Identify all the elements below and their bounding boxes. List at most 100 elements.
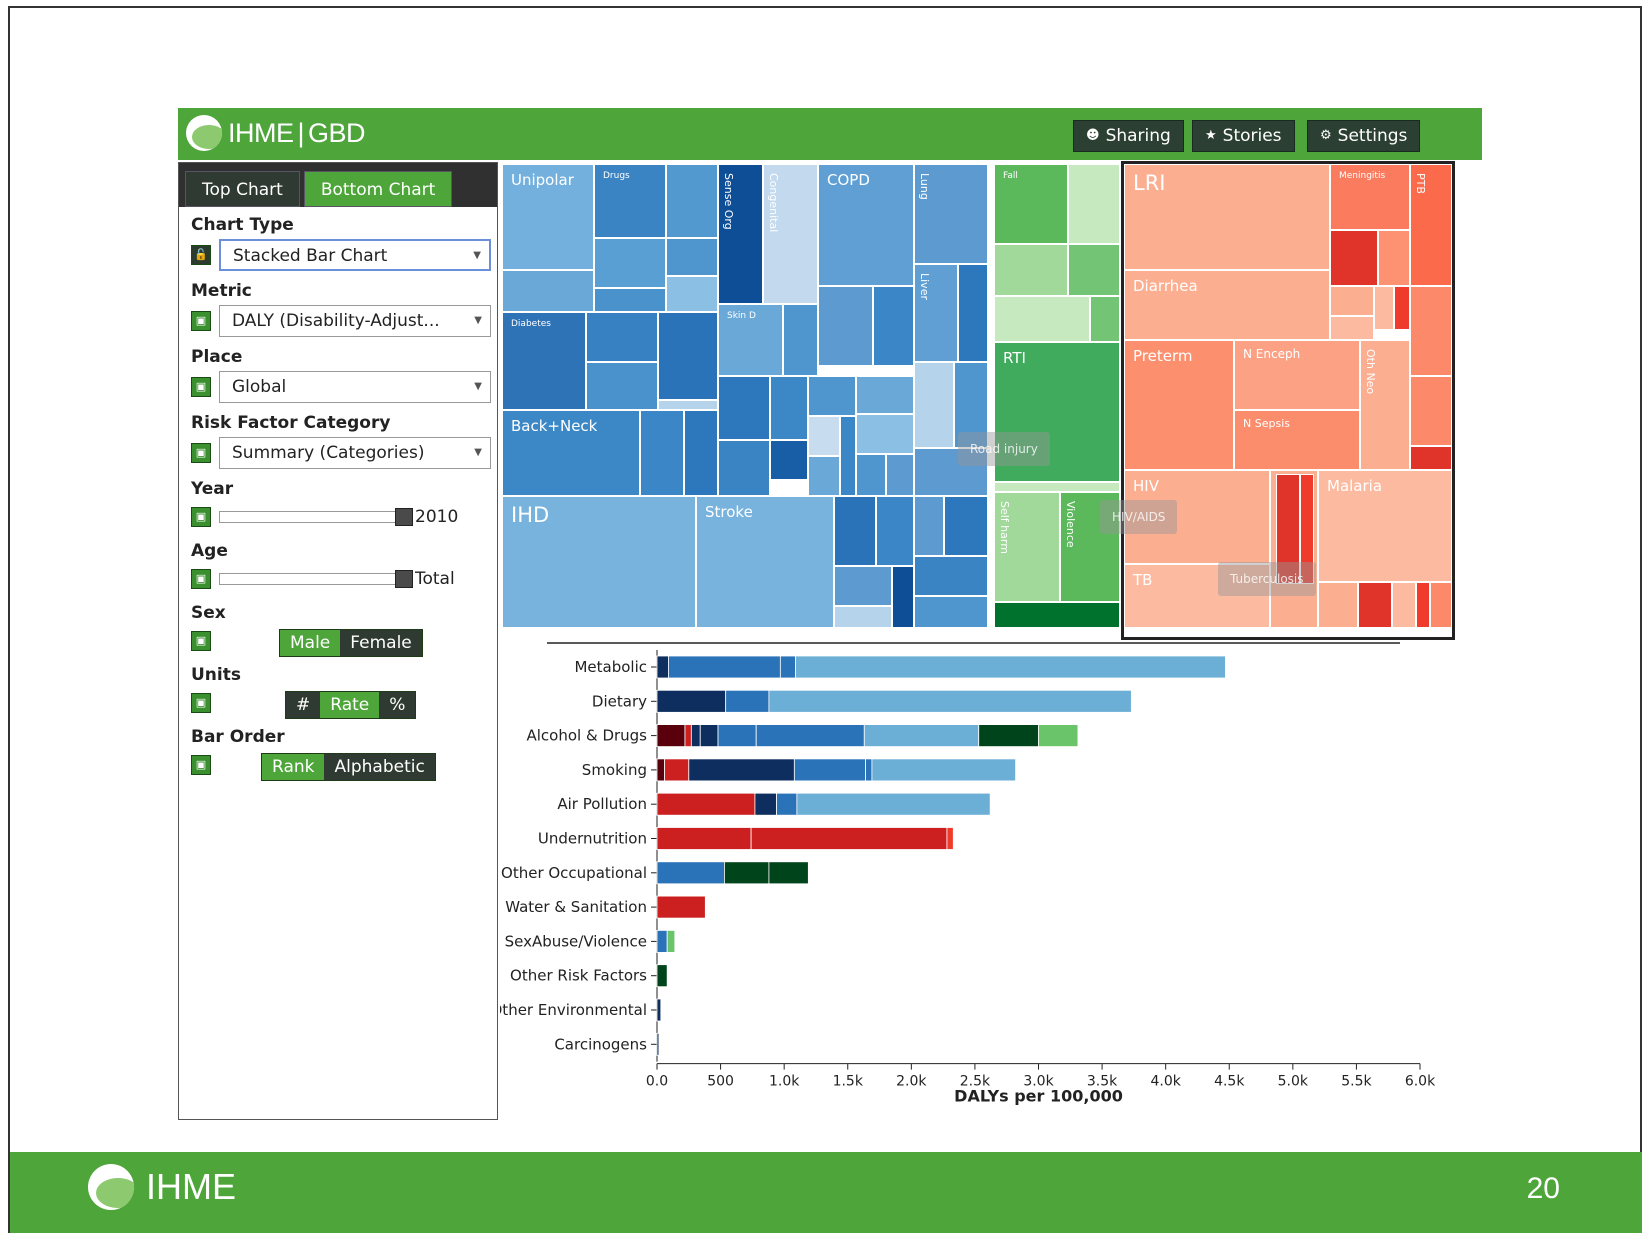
treemap-cell[interactable]: [666, 276, 718, 312]
treemap-cell[interactable]: [994, 602, 1120, 628]
treemap-cell[interactable]: [718, 376, 770, 440]
bar-segment[interactable]: [978, 724, 1039, 747]
lock-icon[interactable]: ▣: [191, 507, 211, 527]
treemap-cell[interactable]: [666, 164, 718, 238]
treemap-cell-stroke[interactable]: Stroke: [696, 496, 834, 628]
sharing-button[interactable]: ☻ Sharing: [1073, 120, 1184, 152]
treemap-cell[interactable]: [914, 596, 988, 628]
treemap-cell-ihd[interactable]: IHD: [502, 496, 696, 628]
bar-segment[interactable]: [754, 792, 777, 816]
chart-type-select[interactable]: Stacked Bar Chart ▼: [219, 239, 491, 271]
bar-segment[interactable]: [688, 758, 795, 782]
unlock-icon[interactable]: 🔓: [191, 245, 211, 265]
bar-segment[interactable]: [793, 758, 866, 782]
bar-segment[interactable]: [725, 689, 770, 713]
treemap-cell[interactable]: [914, 496, 944, 556]
treemap-cell[interactable]: [994, 296, 1090, 342]
lock-icon[interactable]: ▣: [191, 631, 211, 651]
bar-segment[interactable]: [795, 655, 1226, 679]
treemap-cell[interactable]: [586, 362, 658, 410]
treemap-cell[interactable]: [594, 238, 666, 288]
bar-segment[interactable]: [768, 861, 809, 885]
bar-segment[interactable]: [664, 758, 690, 782]
treemap-cell-sense-org[interactable]: Sense Org: [718, 164, 763, 304]
treemap-cell[interactable]: [808, 376, 856, 416]
treemap-cell[interactable]: [856, 414, 914, 454]
treemap-cell[interactable]: [886, 454, 914, 496]
treemap-cell[interactable]: [586, 312, 658, 362]
age-slider-handle[interactable]: [395, 570, 413, 588]
units-option-percent[interactable]: %: [379, 692, 416, 718]
settings-button[interactable]: ⚙ Settings: [1307, 120, 1421, 152]
year-slider-track[interactable]: [219, 511, 397, 523]
bar-segment[interactable]: [946, 827, 954, 850]
lock-icon[interactable]: ▣: [191, 569, 211, 589]
treemap-cell-self-harm[interactable]: Self harm: [994, 492, 1060, 602]
bar-segment[interactable]: [656, 964, 668, 988]
treemap-cell-copd[interactable]: COPD: [818, 164, 914, 286]
treemap-cell[interactable]: [770, 440, 808, 480]
bar-segment[interactable]: [656, 758, 666, 782]
treemap-cell-liver[interactable]: Liver: [914, 264, 958, 362]
bar-order-option-rank[interactable]: Rank: [262, 754, 325, 780]
bar-segment[interactable]: [750, 827, 948, 850]
treemap-cell-fall[interactable]: Fall: [994, 164, 1068, 244]
treemap-cell[interactable]: [1068, 244, 1120, 296]
treemap-cell-drugs[interactable]: Drugs: [594, 164, 666, 238]
bar-segment[interactable]: [656, 655, 669, 679]
treemap-cell[interactable]: [658, 400, 718, 410]
lock-icon[interactable]: ▣: [191, 377, 211, 397]
lock-icon[interactable]: ▣: [191, 443, 211, 463]
tab-top-chart[interactable]: Top Chart: [185, 171, 300, 207]
bar-segment[interactable]: [666, 929, 676, 953]
treemap-cell[interactable]: [808, 416, 840, 456]
bar-segment[interactable]: [779, 655, 797, 679]
treemap-cell[interactable]: [666, 238, 718, 276]
age-slider-track[interactable]: [219, 573, 397, 585]
treemap-cell[interactable]: [658, 312, 718, 400]
bar-segment[interactable]: [656, 929, 668, 953]
bar-segment[interactable]: [755, 724, 865, 747]
treemap-cell-congenital[interactable]: Congenital: [763, 164, 818, 304]
treemap-cell[interactable]: [1090, 296, 1120, 342]
bar-segment[interactable]: [796, 792, 991, 816]
bar-segment[interactable]: [1038, 724, 1079, 747]
bar-segment[interactable]: [668, 655, 781, 679]
bar-segment[interactable]: [699, 724, 719, 747]
treemap-cell[interactable]: [994, 482, 1120, 492]
bar-segment[interactable]: [865, 758, 873, 782]
bar-segment[interactable]: [656, 689, 727, 713]
bar-segment[interactable]: [656, 724, 686, 747]
bar-segment[interactable]: [723, 861, 770, 885]
bar-segment[interactable]: [863, 724, 980, 747]
treemap-cell[interactable]: [770, 376, 808, 440]
treemap-cell[interactable]: [856, 376, 914, 414]
units-option-rate[interactable]: Rate: [320, 692, 380, 718]
tab-bottom-chart[interactable]: Bottom Chart: [303, 171, 453, 207]
bar-segment[interactable]: [656, 861, 725, 885]
treemap-cell[interactable]: [873, 286, 914, 366]
bar-segment[interactable]: [656, 792, 756, 816]
bar-segment[interactable]: [776, 792, 798, 816]
bar-segment[interactable]: [656, 895, 706, 919]
treemap-cell-lung[interactable]: Lung: [914, 164, 988, 264]
treemap-cell[interactable]: [808, 456, 840, 496]
bar-segment[interactable]: [690, 724, 701, 747]
treemap-cell[interactable]: [718, 440, 770, 496]
treemap-cell[interactable]: [994, 244, 1068, 296]
risk-factor-category-select[interactable]: Summary (Categories) ▼: [219, 437, 491, 469]
bar-segment[interactable]: [871, 758, 1017, 782]
treemap-cell[interactable]: [640, 410, 684, 496]
treemap-cell[interactable]: [856, 454, 886, 496]
treemap-cell[interactable]: [594, 288, 666, 312]
lock-icon[interactable]: ▣: [191, 311, 211, 331]
treemap-cell[interactable]: [834, 496, 876, 566]
treemap-cell[interactable]: [914, 556, 988, 596]
bar-segment[interactable]: [656, 998, 662, 1022]
treemap-cell[interactable]: [958, 264, 988, 362]
bar-segment[interactable]: [717, 724, 757, 747]
treemap-cell[interactable]: [502, 270, 594, 312]
treemap-cell-skin-d[interactable]: Skin D: [718, 304, 783, 376]
treemap-cell[interactable]: [840, 416, 856, 496]
treemap-cell[interactable]: [818, 286, 873, 366]
